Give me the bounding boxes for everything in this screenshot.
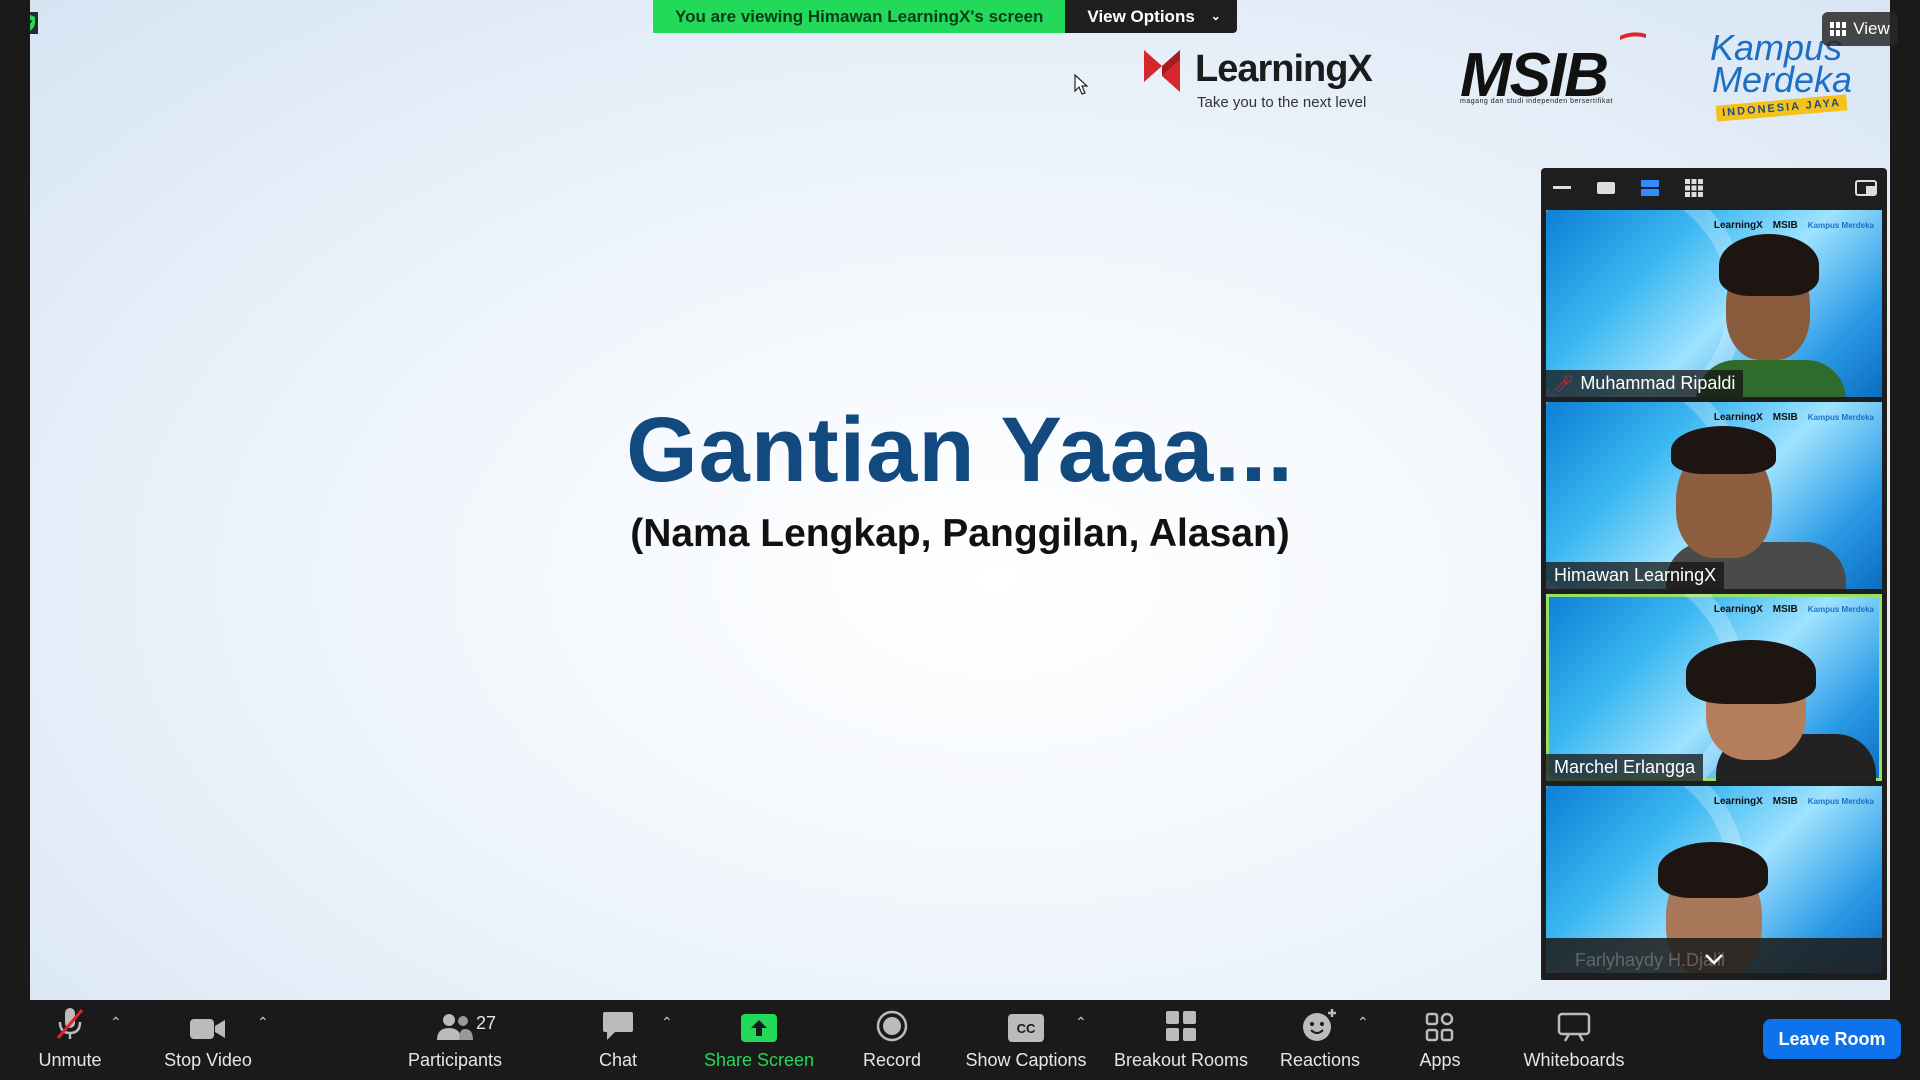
captions-options-caret-icon[interactable]: ⌃	[1075, 1014, 1087, 1031]
meeting-toolbar: Unmute ⌃ Stop Video ⌃ Participants 27 Ch…	[0, 1000, 1920, 1080]
share-screen-icon	[741, 1014, 777, 1042]
whiteboard-icon	[1557, 1012, 1591, 1042]
stop-video-label: Stop Video	[164, 1050, 252, 1070]
whiteboards-label: Whiteboards	[1523, 1050, 1625, 1070]
tile-logo-learningx: LearningX	[1713, 796, 1763, 807]
tile-logo-learningx: LearningX	[1713, 412, 1763, 423]
indonesia-flag-icon	[1620, 32, 1646, 40]
participant-name-plate: Marchel Erlangga	[1546, 754, 1704, 781]
apps-label: Apps	[1419, 1050, 1461, 1070]
exit-side-by-side-icon[interactable]	[1855, 179, 1877, 197]
participant-hair	[1719, 234, 1819, 296]
participant-name-faded: Farlyhaydy H.Djalil	[1575, 950, 1726, 970]
video-tile-active-speaker[interactable]: LearningX MSIB Kampus Merdeka Marchel Er…	[1546, 594, 1882, 781]
tile-logos: LearningX MSIB Kampus Merdeka	[1714, 796, 1874, 807]
learningx-logo-text: LearningX	[1195, 48, 1373, 90]
participant-hair	[1658, 842, 1768, 898]
audio-options-caret-icon[interactable]: ⌃	[110, 1014, 122, 1031]
chat-label: Chat	[598, 1050, 638, 1070]
mic-muted-icon: 🎤︎	[1554, 375, 1575, 393]
kampus-merdeka-line-2: Merdeka	[1712, 59, 1853, 100]
tile-logo-kampus: Kampus Merdeka	[1807, 413, 1874, 422]
breakout-rooms-button[interactable]: Breakout Rooms	[1110, 1000, 1252, 1080]
tile-logo-learningx: LearningX	[1713, 220, 1763, 231]
video-gallery-panel: LearningX MSIB Kampus Merdeka 🎤︎ Muhamma…	[1541, 168, 1887, 980]
record-label: Record	[862, 1050, 922, 1070]
chat-options-caret-icon[interactable]: ⌃	[661, 1014, 673, 1031]
view-button-label: View	[1853, 19, 1890, 38]
stop-video-button[interactable]: Stop Video	[158, 1000, 258, 1080]
breakout-rooms-label: Breakout Rooms	[1113, 1050, 1249, 1070]
participant-hair	[1671, 426, 1776, 474]
leave-room-button[interactable]: Leave Room	[1763, 1019, 1901, 1059]
security-shield-icon[interactable]	[30, 12, 38, 34]
apps-button[interactable]: Apps	[1408, 1000, 1472, 1080]
hide-video-icon[interactable]	[1595, 179, 1617, 197]
viewing-banner-text: You are viewing Himawan LearningX's scre…	[653, 0, 1066, 33]
show-captions-button[interactable]: CC Show Captions	[962, 1000, 1090, 1080]
video-options-caret-icon[interactable]: ⌃	[257, 1014, 269, 1031]
grid-view-icon[interactable]	[1683, 179, 1705, 197]
chat-button[interactable]: Chat	[584, 1000, 652, 1080]
unmute-label: Unmute	[38, 1050, 102, 1070]
tile-logo-kampus: Kampus Merdeka	[1807, 605, 1874, 614]
participants-count-badge: 27	[476, 1013, 497, 1033]
viewing-banner: You are viewing Himawan LearningX's scre…	[653, 0, 1237, 33]
closed-captions-icon: CC	[1008, 1014, 1044, 1042]
tile-logo-msib: MSIB	[1772, 796, 1798, 807]
zoom-meeting-window: LearningX Take you to the next level MSI…	[0, 0, 1920, 1080]
view-options-button[interactable]: View Options ⌄	[1065, 0, 1237, 33]
reactions-button[interactable]: Reactions	[1278, 1000, 1362, 1080]
whiteboards-button[interactable]: Whiteboards	[1515, 1000, 1633, 1080]
gallery-toolbar	[1541, 168, 1887, 208]
share-screen-label: Share Screen	[703, 1050, 815, 1070]
tile-logos: LearningX MSIB Kampus Merdeka	[1714, 604, 1874, 615]
participant-name-plate: Himawan LearningX	[1546, 562, 1725, 589]
tile-logos: LearningX MSIB Kampus Merdeka	[1714, 220, 1874, 231]
view-layout-button[interactable]: View	[1822, 12, 1898, 46]
tile-logo-kampus: Kampus Merdeka	[1807, 797, 1874, 806]
record-button[interactable]: Record	[855, 1000, 929, 1080]
chat-bubble-icon	[603, 1012, 633, 1040]
tile-logo-kampus: Kampus Merdeka	[1807, 221, 1874, 230]
participant-hair	[1686, 640, 1816, 704]
video-tile[interactable]: LearningX MSIB Kampus Merdeka Himawan Le…	[1546, 402, 1882, 589]
msib-subtitle: magang dan studi independen bersertifika…	[1460, 98, 1613, 105]
reactions-options-caret-icon[interactable]: ⌃	[1357, 1014, 1369, 1031]
video-camera-icon	[190, 1019, 225, 1039]
minimize-icon[interactable]	[1551, 179, 1573, 197]
svg-text:CC: CC	[1017, 1021, 1036, 1036]
sponsor-logos: LearningX Take you to the next level MSI…	[1140, 28, 1880, 122]
gallery-scroll-down-button[interactable]: Farlyhaydy H.Djalil	[1541, 938, 1887, 980]
unmute-button[interactable]: Unmute	[30, 1000, 110, 1080]
reactions-label: Reactions	[1279, 1050, 1361, 1070]
tile-logo-learningx: LearningX	[1713, 604, 1763, 615]
apps-icon	[1425, 1012, 1454, 1042]
participants-icon	[437, 1014, 473, 1040]
tile-logos: LearningX MSIB Kampus Merdeka	[1714, 412, 1874, 423]
participants-label: Participants	[407, 1050, 503, 1070]
participant-name-plate: 🎤︎ Muhammad Ripaldi	[1546, 370, 1744, 397]
mouse-cursor-icon	[1074, 74, 1089, 95]
strip-view-icon[interactable]	[1639, 179, 1661, 197]
video-tile[interactable]: LearningX MSIB Kampus Merdeka 🎤︎ Muhamma…	[1546, 210, 1882, 397]
tile-logo-msib: MSIB	[1772, 220, 1798, 231]
tile-logo-msib: MSIB	[1772, 604, 1798, 615]
learningx-logo-icon	[1144, 50, 1180, 92]
participants-button[interactable]: Participants	[400, 1000, 510, 1080]
breakout-rooms-icon	[1166, 1011, 1196, 1041]
grid-view-icon	[1830, 22, 1847, 36]
view-options-label: View Options	[1087, 7, 1195, 26]
learningx-tagline: Take you to the next level	[1197, 94, 1367, 111]
emoji-reaction-icon	[1303, 1009, 1336, 1041]
chevron-down-icon: ⌄	[1210, 9, 1221, 23]
participant-name: Muhammad Ripaldi	[1580, 373, 1736, 393]
share-screen-button[interactable]: Share Screen	[700, 1000, 818, 1080]
microphone-muted-icon	[56, 1008, 84, 1039]
tile-logo-msib: MSIB	[1772, 412, 1798, 423]
record-icon	[876, 1010, 908, 1042]
participant-name: Marchel Erlangga	[1554, 757, 1696, 777]
participant-name: Himawan LearningX	[1554, 565, 1717, 585]
show-captions-label: Show Captions	[965, 1050, 1087, 1070]
